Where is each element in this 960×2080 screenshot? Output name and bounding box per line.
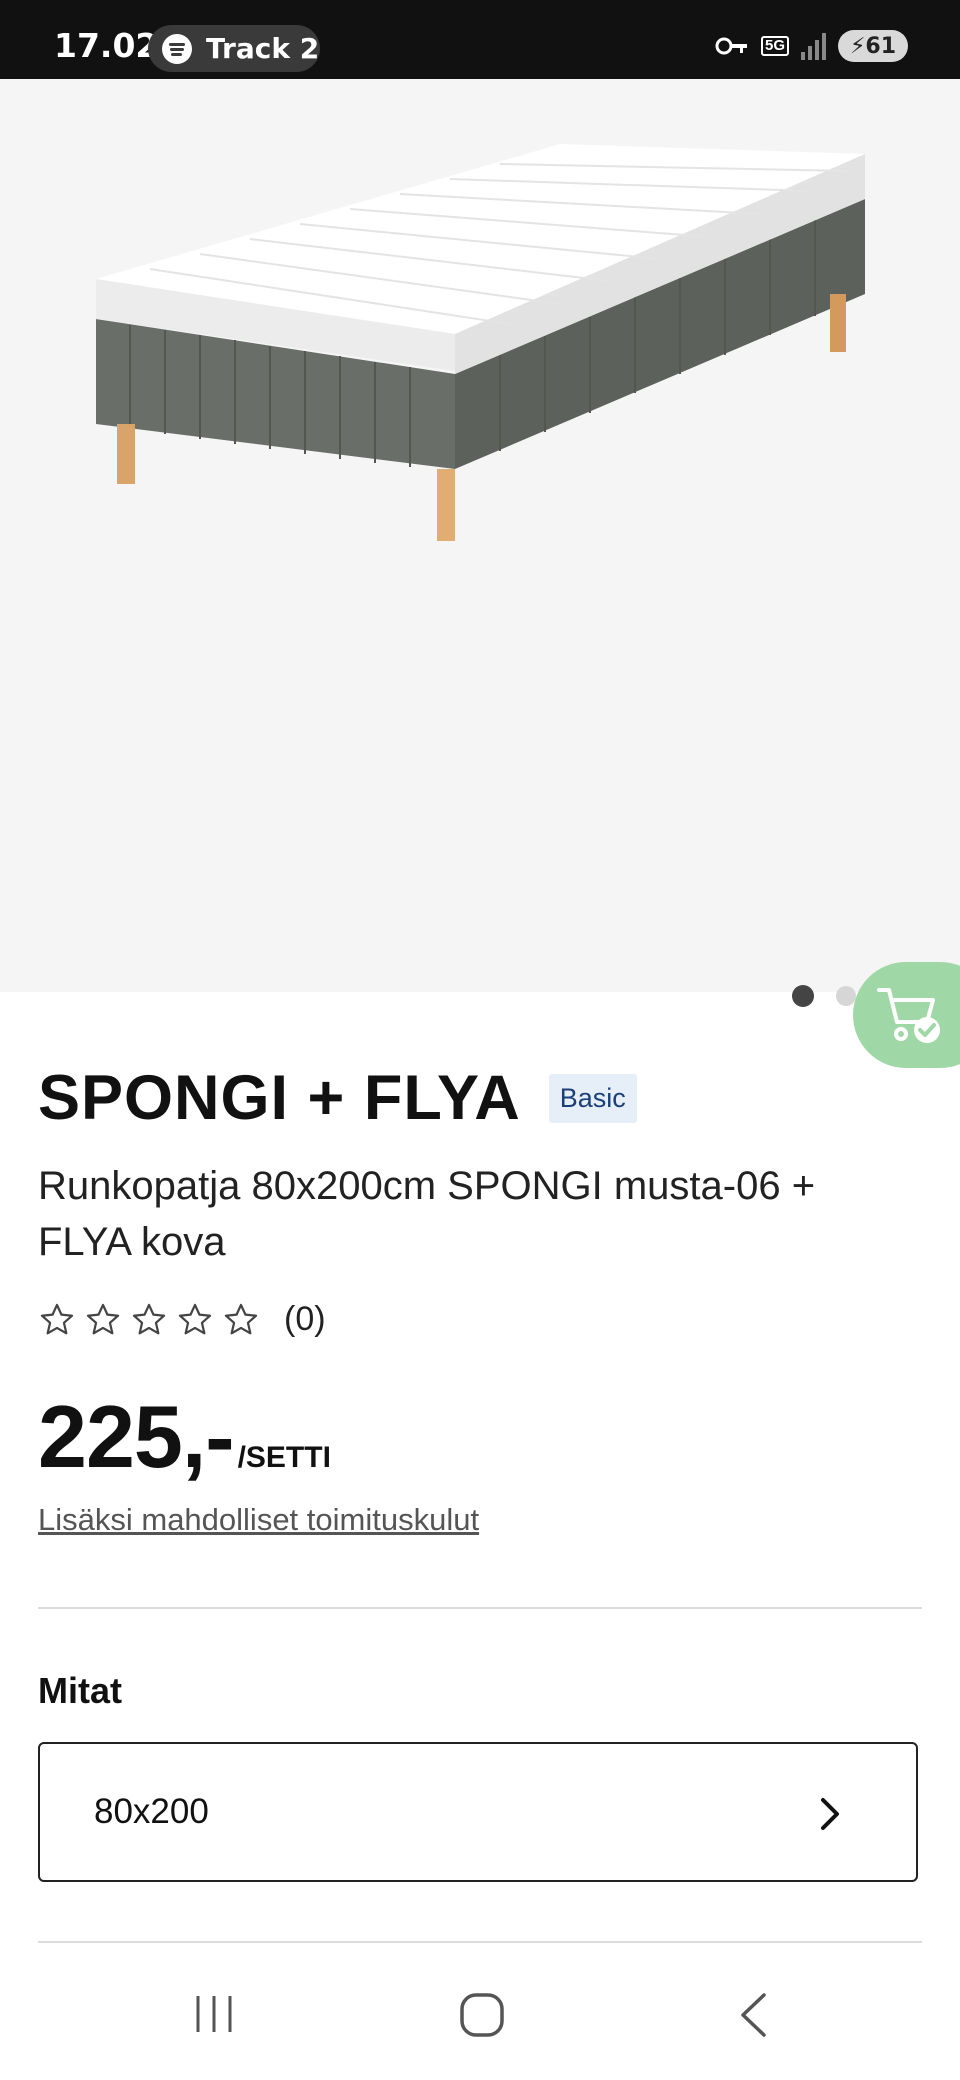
battery-indicator: ⚡ 61: [838, 30, 908, 62]
star-outline-icon: [86, 1303, 120, 1334]
status-icons: 5G ⚡ 61: [715, 30, 908, 62]
price-row: 225,- /SETTI: [38, 1386, 331, 1488]
product-badge: Basic: [548, 1073, 637, 1123]
star-outline-icon: [178, 1303, 212, 1334]
spotify-icon: [162, 33, 192, 64]
chevron-right-icon: [821, 1798, 839, 1830]
gallery-dot[interactable]: [836, 986, 856, 1006]
dimensions-select[interactable]: 80x200: [38, 1742, 918, 1882]
star-outline-icon: [224, 1303, 258, 1334]
product-title-row: SPONGI + FLYA Basic: [38, 1062, 637, 1134]
battery-level: 61: [865, 33, 897, 59]
recent-apps-icon[interactable]: [192, 1992, 236, 2036]
price: 225,-: [38, 1387, 235, 1486]
cart-check-icon: [877, 988, 940, 1043]
bed-illustration: [96, 144, 865, 541]
status-time: 17.02: [54, 26, 159, 65]
cart-button[interactable]: [853, 962, 960, 1068]
vpn-key-icon: [715, 36, 749, 56]
rating-stars: [38, 1301, 260, 1339]
product-description: Runkopatja 80x200cm SPONGI musta-06 + FL…: [38, 1164, 816, 1264]
divider: [38, 1941, 922, 1943]
signal-icon: [801, 32, 826, 60]
status-bar: 17.02 Track 2 5G ⚡ 61: [0, 0, 960, 79]
back-icon[interactable]: [738, 1992, 768, 2038]
media-label: Track 2: [206, 32, 320, 65]
home-icon[interactable]: [459, 1992, 505, 2038]
dimensions-value: 80x200: [94, 1792, 209, 1831]
star-outline-icon: [132, 1303, 166, 1334]
star-outline-icon: [40, 1303, 74, 1334]
product-title: SPONGI + FLYA: [38, 1063, 521, 1133]
product-image-gallery[interactable]: [0, 79, 960, 1007]
gallery-dot-active[interactable]: [792, 985, 814, 1007]
price-unit: /SETTI: [237, 1441, 331, 1474]
review-count: (0): [284, 1300, 326, 1338]
rating-row[interactable]: (0): [38, 1300, 326, 1339]
dimensions-label: Mitat: [38, 1670, 122, 1711]
media-pill[interactable]: Track 2: [148, 25, 320, 72]
system-nav-bar: [0, 1960, 960, 2080]
delivery-costs-link[interactable]: Lisäksi mahdolliset toimituskulut: [38, 1502, 479, 1538]
network-type-icon: 5G: [760, 36, 789, 56]
divider: [38, 1607, 922, 1609]
